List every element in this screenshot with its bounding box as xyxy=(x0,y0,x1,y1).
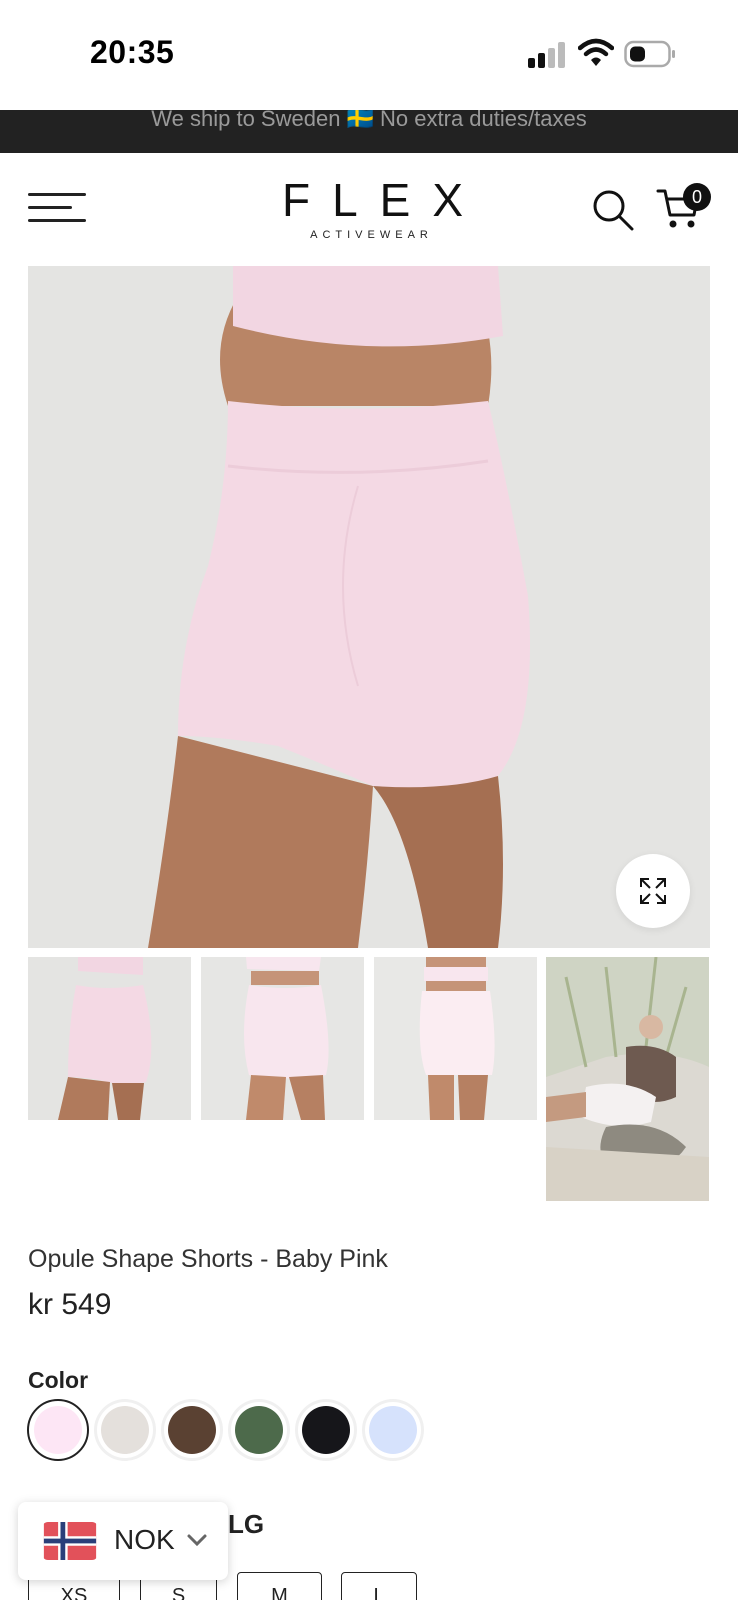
signal-icon xyxy=(528,42,565,68)
logo[interactable]: FLEX ACTIVEWEAR xyxy=(260,177,478,241)
size-option-l[interactable]: L xyxy=(341,1572,417,1600)
main-product-image[interactable] xyxy=(28,266,710,948)
currency-selector[interactable]: NOK xyxy=(18,1502,228,1580)
product-photo xyxy=(28,266,710,948)
thumbnail-4[interactable] xyxy=(546,957,709,1201)
color-label: Color xyxy=(28,1367,89,1393)
thumbnail-photo xyxy=(201,957,364,1120)
thumbnail-photo xyxy=(28,957,191,1120)
color-swatch-light-grey[interactable] xyxy=(94,1399,156,1461)
search-icon[interactable] xyxy=(592,189,634,231)
thumbnail-2[interactable] xyxy=(201,957,364,1120)
expand-icon xyxy=(640,878,666,904)
swatch-fill xyxy=(34,1406,82,1454)
thumbnail-1[interactable] xyxy=(28,957,191,1120)
thumbnail-3[interactable] xyxy=(374,957,537,1120)
thumbnail-photo xyxy=(546,957,709,1201)
status-time: 20:35 xyxy=(90,34,175,70)
announcement-text: We ship to Sweden 🇸🇪 No extra duties/tax… xyxy=(151,110,587,131)
swatch-fill xyxy=(101,1406,149,1454)
swatch-fill xyxy=(369,1406,417,1454)
zoom-button[interactable] xyxy=(616,854,690,928)
color-swatch-light-blue[interactable] xyxy=(362,1399,424,1461)
cart-count-badge: 0 xyxy=(683,183,711,211)
product-title: Opule Shape Shorts - Baby Pink xyxy=(28,1245,388,1273)
currency-code: NOK xyxy=(114,1524,175,1555)
color-swatch-black[interactable] xyxy=(295,1399,357,1461)
color-swatch-green[interactable] xyxy=(228,1399,290,1461)
menu-icon[interactable] xyxy=(28,191,86,225)
swatch-fill xyxy=(168,1406,216,1454)
battery-icon xyxy=(624,40,675,68)
logo-sub: ACTIVEWEAR xyxy=(310,229,433,241)
color-swatch-brown[interactable] xyxy=(161,1399,223,1461)
site-header: FLEX ACTIVEWEAR xyxy=(0,153,738,263)
color-swatch-baby-pink[interactable] xyxy=(27,1399,89,1461)
chevron-down-icon xyxy=(187,1534,207,1547)
thumbnail-photo xyxy=(374,957,537,1120)
size-option-m[interactable]: M xyxy=(237,1572,322,1600)
product-price: kr 549 xyxy=(28,1288,112,1321)
status-bar: 20:35 xyxy=(0,0,738,110)
size-label: LG xyxy=(228,1509,265,1539)
logo-main: FLEX xyxy=(282,174,486,226)
announcement-bar: We ship to Sweden 🇸🇪 No extra duties/tax… xyxy=(0,110,738,153)
swatch-fill xyxy=(302,1406,350,1454)
swatch-fill xyxy=(235,1406,283,1454)
wifi-icon xyxy=(578,38,614,66)
norway-flag-icon xyxy=(43,1522,97,1560)
